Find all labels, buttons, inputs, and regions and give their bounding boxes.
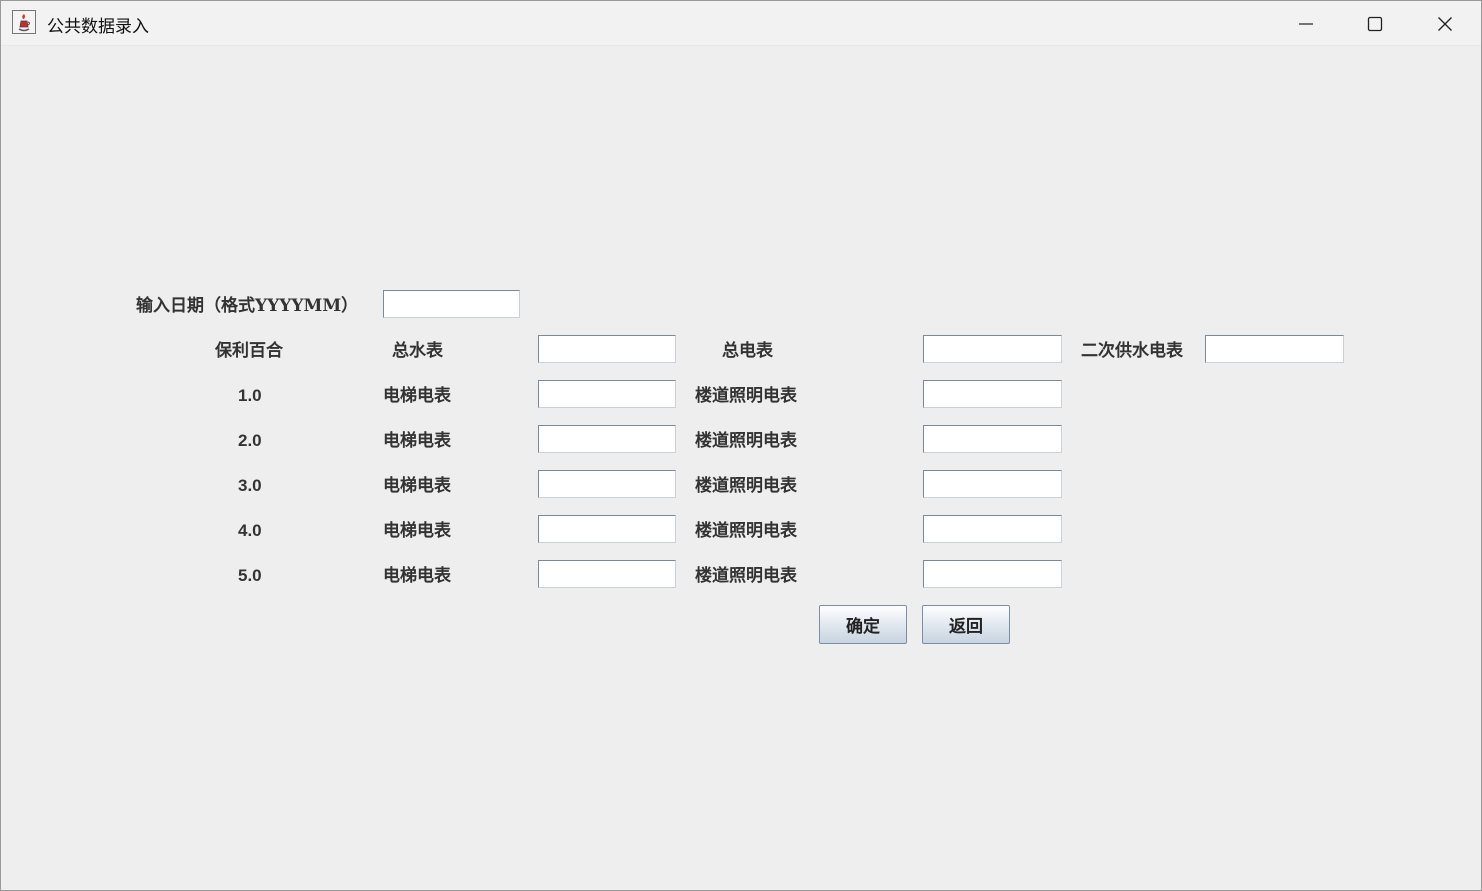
window-title: 公共数据录入 <box>47 17 149 37</box>
minimize-icon <box>1298 13 1314 32</box>
confirm-button[interactable]: 确定 <box>819 605 907 644</box>
total-electric-input[interactable] <box>923 335 1062 363</box>
elevator-meter-input[interactable] <box>538 515 676 543</box>
lighting-meter-input[interactable] <box>923 515 1062 543</box>
secondary-pump-input[interactable] <box>1205 335 1344 363</box>
app-window: 公共数据录入 输入日期（格式YYYYMM） 保利百合 总水表 总电表 二次供水电… <box>0 0 1482 891</box>
lighting-meter-label: 楼道照明电表 <box>695 521 797 541</box>
elevator-meter-input[interactable] <box>538 560 676 588</box>
date-input[interactable] <box>383 290 520 318</box>
total-water-label: 总水表 <box>392 341 443 361</box>
elevator-meter-label: 电梯电表 <box>383 521 451 541</box>
lighting-meter-label: 楼道照明电表 <box>695 566 797 586</box>
lighting-meter-input[interactable] <box>923 560 1062 588</box>
community-label: 保利百合 <box>215 341 283 361</box>
back-button[interactable]: 返回 <box>922 605 1010 644</box>
date-label: 输入日期（格式YYYYMM） <box>136 296 359 316</box>
building-number: 2.0 <box>238 431 262 450</box>
maximize-button[interactable] <box>1340 1 1410 45</box>
lighting-meter-input[interactable] <box>923 425 1062 453</box>
elevator-meter-input[interactable] <box>538 380 676 408</box>
title-bar[interactable]: 公共数据录入 <box>1 1 1481 46</box>
minimize-button[interactable] <box>1271 1 1341 45</box>
elevator-meter-input[interactable] <box>538 425 676 453</box>
elevator-meter-label: 电梯电表 <box>383 476 451 496</box>
maximize-icon <box>1367 13 1383 32</box>
elevator-meter-label: 电梯电表 <box>383 386 451 406</box>
close-icon <box>1437 13 1453 32</box>
building-number: 1.0 <box>238 386 262 405</box>
lighting-meter-input[interactable] <box>923 470 1062 498</box>
building-number: 5.0 <box>238 566 262 585</box>
lighting-meter-label: 楼道照明电表 <box>695 386 797 406</box>
secondary-pump-label: 二次供水电表 <box>1081 341 1183 361</box>
close-button[interactable] <box>1410 1 1480 45</box>
lighting-meter-label: 楼道照明电表 <box>695 431 797 451</box>
building-number: 4.0 <box>238 521 262 540</box>
total-electric-label: 总电表 <box>722 341 773 361</box>
total-water-input[interactable] <box>538 335 676 363</box>
elevator-meter-input[interactable] <box>538 470 676 498</box>
elevator-meter-label: 电梯电表 <box>383 566 451 586</box>
lighting-meter-label: 楼道照明电表 <box>695 476 797 496</box>
lighting-meter-input[interactable] <box>923 380 1062 408</box>
elevator-meter-label: 电梯电表 <box>383 431 451 451</box>
java-cup-icon <box>12 10 36 34</box>
building-number: 3.0 <box>238 476 262 495</box>
